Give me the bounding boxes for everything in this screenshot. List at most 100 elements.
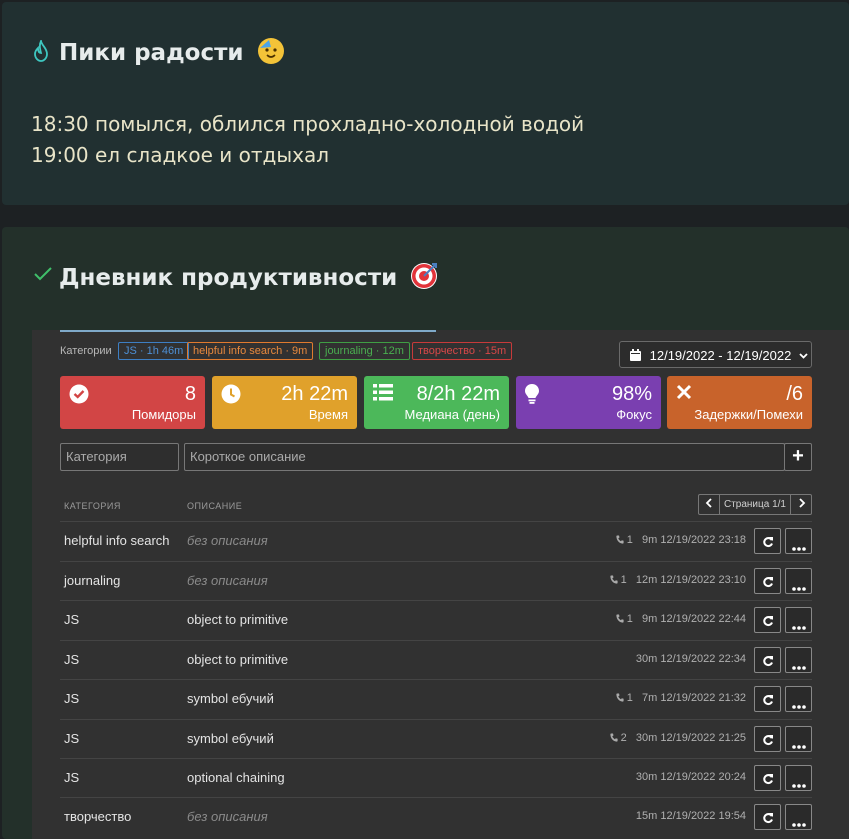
row-category: творчество: [64, 809, 132, 824]
redo-icon: [762, 614, 774, 632]
more-dots-icon: [791, 814, 806, 832]
flame-icon: [33, 38, 49, 66]
table-row: helpful info search без описания 1 9m 12/…: [60, 521, 812, 560]
row-timestamp: 12/19/2022 21:25: [660, 732, 746, 744]
row-timestamp: 12/19/2022 19:54: [660, 810, 746, 822]
row-duration: 9m: [642, 613, 658, 625]
table-row: творчество без описания 15m 12/19/2022 19:…: [60, 797, 812, 836]
stat-focus-label: Фокус: [616, 407, 652, 422]
restart-button[interactable]: [754, 686, 781, 712]
row-duration: 15m: [635, 810, 658, 822]
row-interruptions: 1: [626, 692, 633, 704]
table-row: JS symbol ебучий 1 7m 12/19/2022 21:32: [60, 679, 812, 718]
stat-median-label: Медиана (день): [404, 407, 500, 422]
stat-focus-value: 98%: [611, 383, 652, 405]
phone-icon: [616, 693, 624, 702]
pagination: Страница 1/1: [698, 494, 812, 515]
row-category: JS: [64, 691, 80, 706]
row-timestamp: 12/19/2022 22:44: [660, 613, 746, 625]
row-category: JS: [64, 770, 80, 785]
more-dots-icon: [791, 617, 806, 635]
phone-icon: [609, 575, 618, 584]
lightbulb-icon: [525, 384, 539, 409]
category-chip-creativity[interactable]: творчество · 15m: [412, 342, 513, 360]
redo-icon: [762, 733, 774, 751]
description-input[interactable]: Короткое описание: [184, 443, 785, 471]
more-options-button[interactable]: [785, 647, 812, 673]
restart-button[interactable]: [754, 804, 781, 830]
row-timestamp: 12/19/2022 23:18: [660, 534, 746, 546]
stat-pomodoros-label: Помидоры: [131, 407, 196, 422]
row-description: symbol ебучий: [187, 691, 274, 706]
checkmark-icon: [34, 266, 52, 286]
add-entry-button[interactable]: +: [784, 443, 812, 471]
active-tab-indicator: [60, 330, 436, 332]
more-dots-icon: [791, 657, 806, 675]
diary-title: Дневник продуктивности: [59, 263, 438, 291]
table-row: JS symbol ебучий 2 30m 12/19/2022 21:25: [60, 719, 812, 758]
more-options-button[interactable]: [785, 804, 812, 830]
row-timestamp: 12/19/2022 21:32: [660, 692, 746, 704]
category-input[interactable]: Категория: [60, 443, 179, 471]
date-range-picker[interactable]: 12/19/2022 - 12/19/2022: [619, 341, 812, 368]
categories-label: Категории: [60, 345, 112, 357]
redo-icon: [762, 575, 774, 593]
restart-button[interactable]: [754, 568, 781, 594]
row-interruptions: 1: [620, 574, 627, 586]
row-timestamp: 12/19/2022 20:24: [660, 771, 746, 783]
restart-button[interactable]: [754, 765, 781, 791]
row-duration: 30m: [635, 771, 658, 783]
restart-button[interactable]: [754, 726, 781, 752]
row-category: JS: [64, 731, 80, 746]
target-emoji: [411, 263, 438, 289]
row-duration: 30m: [635, 732, 658, 744]
more-options-button[interactable]: [785, 528, 812, 554]
row-meta: 1 9m 12/19/2022 23:18: [616, 534, 746, 546]
row-interruptions: 1: [626, 534, 633, 546]
row-meta: 2 30m 12/19/2022 21:25: [609, 732, 746, 744]
stat-time: 2h 22m Время: [212, 376, 357, 429]
more-options-button[interactable]: [785, 686, 812, 712]
date-range-text: 12/19/2022 - 12/19/2022: [649, 348, 792, 363]
redo-icon: [762, 535, 774, 553]
row-duration: 30m: [635, 653, 658, 665]
more-options-button[interactable]: [785, 568, 812, 594]
partying-face-emoji: [257, 38, 284, 64]
joy-line-1: 18:30 помылся, облился прохладно-холодно…: [31, 112, 585, 136]
next-page-button[interactable]: [792, 495, 811, 514]
row-meta: 1 7m 12/19/2022 21:32: [616, 692, 746, 704]
joy-title: Пики радости: [59, 38, 284, 66]
row-timestamp: 12/19/2022 23:10: [660, 574, 746, 586]
x-icon: [676, 384, 692, 405]
prev-page-button[interactable]: [699, 495, 718, 514]
stat-median: 8/2h 22m Медиана (день): [364, 376, 509, 429]
more-dots-icon: [791, 736, 806, 754]
stat-interruptions-value: /6: [786, 383, 803, 405]
row-duration: 12m: [635, 574, 658, 586]
more-dots-icon: [791, 696, 806, 714]
category-chip-js[interactable]: JS · 1h 46m: [118, 342, 190, 360]
row-duration: 9m: [642, 534, 658, 546]
row-meta: 30m 12/19/2022 20:24: [636, 771, 746, 783]
row-description: symbol ебучий: [187, 731, 274, 746]
restart-button[interactable]: [754, 528, 781, 554]
more-options-button[interactable]: [785, 765, 812, 791]
restart-button[interactable]: [754, 607, 781, 633]
restart-button[interactable]: [754, 647, 781, 673]
redo-icon: [762, 772, 774, 790]
category-chip-helpful-info-search[interactable]: helpful info search · 9m: [187, 342, 314, 360]
category-chip-journaling[interactable]: journaling · 12m: [319, 342, 410, 360]
row-meta: 1 12m 12/19/2022 23:10: [609, 574, 746, 586]
row-description: без описания: [187, 533, 268, 548]
stat-median-value: 8/2h 22m: [416, 383, 500, 405]
table-row: JS object to primitive 30m 12/19/2022 22:3…: [60, 640, 812, 679]
row-duration: 7m: [642, 692, 658, 704]
table-row: JS optional chaining 30m 12/19/2022 20:24: [60, 758, 812, 797]
column-header-description: ОПИСАНИЕ: [187, 501, 243, 511]
more-options-button[interactable]: [785, 607, 812, 633]
stat-time-label: Время: [308, 407, 348, 422]
more-options-button[interactable]: [785, 726, 812, 752]
page-indicator: Страница 1/1: [719, 495, 791, 514]
more-dots-icon: [791, 578, 806, 596]
row-description: без описания: [187, 573, 268, 588]
